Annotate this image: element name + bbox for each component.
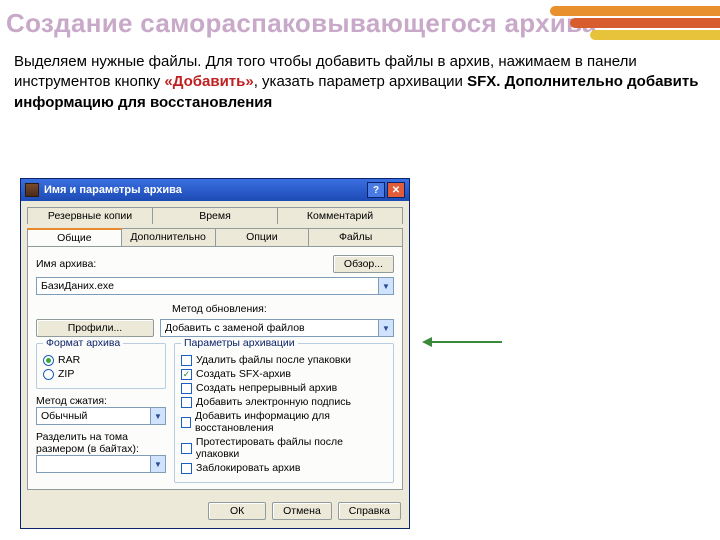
check-delete-after-label: Удалить файлы после упаковки <box>196 354 351 366</box>
annotation-arrow <box>422 335 502 347</box>
check-recovery[interactable]: Добавить информацию для восстановления <box>181 410 387 434</box>
slide-title: Создание самораспаковывающегося архива <box>6 8 597 39</box>
tab-general[interactable]: Общие <box>27 228 122 246</box>
split-label-a: Разделить на тома <box>36 431 166 443</box>
params-legend: Параметры архивации <box>181 337 298 349</box>
tab-backups[interactable]: Резервные копии <box>27 207 153 224</box>
ok-button[interactable]: ОК <box>208 502 266 520</box>
update-method-select[interactable]: Добавить с заменой файлов ▼ <box>160 319 394 337</box>
chevron-down-icon[interactable]: ▼ <box>378 278 393 294</box>
radio-zip-label: ZIP <box>58 368 74 380</box>
help-button[interactable]: ? <box>367 182 385 198</box>
format-legend: Формат архива <box>43 337 123 349</box>
check-delete-after[interactable]: Удалить файлы после упаковки <box>181 354 387 366</box>
tab-advanced[interactable]: Дополнительно <box>121 228 216 246</box>
tab-row-back: Резервные копии Время Комментарий <box>21 203 409 224</box>
tab-files[interactable]: Файлы <box>308 228 403 246</box>
browse-button[interactable]: Обзор... <box>333 255 394 273</box>
compress-label: Метод сжатия: <box>36 395 166 407</box>
archive-name-value: БазиДаних.exe <box>41 280 114 292</box>
cancel-button[interactable]: Отмена <box>272 502 332 520</box>
check-create-sfx-label: Создать SFX-архив <box>196 368 291 380</box>
titlebar[interactable]: Имя и параметры архива ? ✕ <box>21 179 409 201</box>
chevron-down-icon[interactable]: ▼ <box>378 320 393 336</box>
archive-name-label: Имя архива: <box>36 258 327 270</box>
check-sign[interactable]: Добавить электронную подпись <box>181 396 387 408</box>
archive-dialog: Имя и параметры архива ? ✕ Резервные коп… <box>20 178 410 529</box>
instruction-mid: , указать параметр архивации <box>254 73 467 90</box>
check-solid-label: Создать непрерывный архив <box>196 382 337 394</box>
archive-name-input[interactable]: БазиДаних.exe ▼ <box>36 277 394 295</box>
tab-panel-general: Имя архива: Обзор... БазиДаних.exe ▼ Мет… <box>27 246 403 490</box>
tab-comment[interactable]: Комментарий <box>277 207 403 224</box>
add-keyword: «Добавить» <box>164 73 253 90</box>
check-recovery-label: Добавить информацию для восстановления <box>195 410 387 434</box>
split-label-b: размером (в байтах): <box>36 443 166 455</box>
check-test[interactable]: Протестировать файлы после упаковки <box>181 436 387 460</box>
tab-row-front: Общие Дополнительно Опции Файлы <box>21 224 409 246</box>
chevron-down-icon[interactable]: ▼ <box>150 408 165 424</box>
update-method-label: Метод обновления: <box>172 303 267 315</box>
radio-rar-label: RAR <box>58 354 80 366</box>
check-solid[interactable]: Создать непрерывный архив <box>181 382 387 394</box>
app-icon <box>25 183 39 197</box>
check-lock-label: Заблокировать архив <box>196 462 300 474</box>
instruction-text: Выделяем нужные файлы. Для того чтобы до… <box>14 52 706 113</box>
compress-select[interactable]: Обычный ▼ <box>36 407 166 425</box>
profiles-button[interactable]: Профили... <box>36 319 154 337</box>
split-input[interactable]: ▼ <box>36 455 166 473</box>
update-method-value: Добавить с заменой файлов <box>165 322 305 334</box>
chevron-down-icon[interactable]: ▼ <box>150 456 165 472</box>
tab-time[interactable]: Время <box>152 207 278 224</box>
tab-options[interactable]: Опции <box>215 228 310 246</box>
decor-ribbon <box>550 6 720 44</box>
radio-rar[interactable]: RAR <box>43 354 159 366</box>
check-create-sfx[interactable]: Создать SFX-архив <box>181 368 387 380</box>
format-group: Формат архива RAR ZIP <box>36 343 166 389</box>
radio-zip[interactable]: ZIP <box>43 368 159 380</box>
dialog-buttons: ОК Отмена Справка <box>21 496 409 528</box>
params-group: Параметры архивации Удалить файлы после … <box>174 343 394 483</box>
check-test-label: Протестировать файлы после упаковки <box>196 436 387 460</box>
check-lock[interactable]: Заблокировать архив <box>181 462 387 474</box>
compress-value: Обычный <box>41 410 87 422</box>
help-dialog-button[interactable]: Справка <box>338 502 401 520</box>
close-button[interactable]: ✕ <box>387 182 405 198</box>
dialog-title: Имя и параметры архива <box>44 184 365 196</box>
check-sign-label: Добавить электронную подпись <box>196 396 351 408</box>
